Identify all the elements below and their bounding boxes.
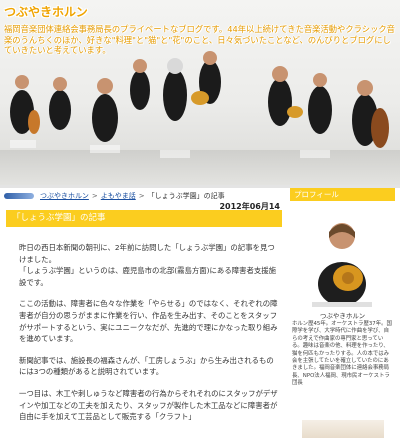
header-banner: つぶやきホルン 福岡音楽団体連絡会事務局長のプライベートなブログです。44年以上… (0, 0, 400, 185)
site-description: 福岡音楽団体連絡会事務局長のプライベートなブログです。44年以上続けてきた音楽活… (4, 24, 395, 55)
post-paragraph: 一つ目は、木工や刺しゅうなど障害者の行為からそれそれのにスタッフがデザインや加工… (19, 388, 278, 422)
breadcrumb: つぶやきホルン > よもやま話 > 「しょうぶ学園」の記事 (4, 190, 225, 202)
home-logo-icon[interactable] (4, 193, 34, 199)
profile-text: ホルン歴45年。オーケストラ歴37年。国際学を学び、大学時代に作曲を学び、自らの… (292, 321, 392, 387)
profile-avatar (290, 208, 395, 320)
post-body: 昨日の西日本新聞の朝刊に、2年前に訪問した「しょうぶ学園」の記事を見つけました。… (19, 242, 281, 433)
breadcrumb-separator: > (138, 192, 145, 200)
horn-player-figurine-icon (312, 223, 372, 307)
breadcrumb-current: 「しょうぶ学園」の記事 (147, 192, 225, 200)
profile-name: つぶやきホルン (319, 312, 366, 320)
post-paragraph: 新聞記事では、施設長の福森さんが、「工房しょうぶ」から生み出されるものには3つの… (19, 355, 274, 377)
profile-heading: プロフィール (290, 188, 395, 201)
post-paragraph: 「しょうぶ学園」というのは、鹿児島市の北部(霧島方面)にある障害者支援施設です。 (19, 266, 277, 287)
post-title[interactable]: 「しょうぶ学園」の記事 (6, 210, 282, 227)
breadcrumb-home-link[interactable]: つぶやきホルン (40, 191, 89, 201)
breadcrumb-category-link[interactable]: よもやま話 (101, 191, 136, 201)
breadcrumb-separator: > (91, 192, 98, 200)
site-title[interactable]: つぶやきホルン (4, 3, 88, 20)
post-paragraph: 昨日の西日本新聞の朝刊に、2年前に訪問した「しょうぶ学園」の記事を見つけました。 (19, 243, 275, 264)
post-paragraph: ここの活動は、障害者に色々な作業を「やらせる」のではなく、それぞれの障害者が自分… (19, 299, 278, 344)
sidebar: プロフィール つぶやきホルン ホルン歴45年。オーケストラ歴37年。国際学を学び… (290, 188, 395, 438)
sidebar-banner-image[interactable] (302, 420, 384, 438)
